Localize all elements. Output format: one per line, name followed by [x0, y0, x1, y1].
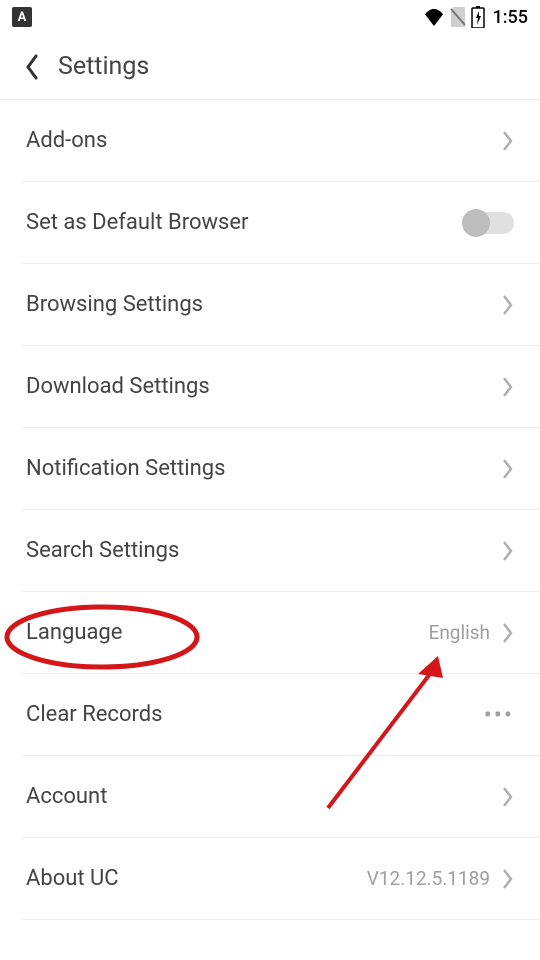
chevron-right-icon — [502, 786, 514, 808]
notification-settings-item[interactable]: Notification Settings — [22, 428, 540, 510]
download-settings-item[interactable]: Download Settings — [22, 346, 540, 428]
addons-item[interactable]: Add-ons — [22, 100, 540, 182]
no-sim-icon — [449, 7, 467, 27]
clear-records-item[interactable]: Clear Records ••• — [22, 674, 540, 756]
item-label: Download Settings — [26, 374, 210, 399]
item-label: Set as Default Browser — [26, 210, 249, 235]
more-dots-icon: ••• — [484, 701, 514, 729]
wifi-icon — [423, 8, 445, 26]
default-browser-item[interactable]: Set as Default Browser — [22, 182, 540, 264]
chevron-right-icon — [502, 458, 514, 480]
account-item[interactable]: Account — [22, 756, 540, 838]
language-item[interactable]: Language English — [22, 592, 540, 674]
chevron-right-icon — [502, 294, 514, 316]
back-button[interactable] — [14, 47, 50, 87]
header: Settings — [0, 34, 540, 100]
language-value: English — [429, 621, 490, 644]
about-version-value: V12.12.5.1189 — [367, 867, 490, 890]
item-label: Add-ons — [26, 128, 107, 153]
default-browser-toggle[interactable] — [464, 212, 514, 234]
status-time: 1:55 — [493, 7, 528, 28]
chevron-right-icon — [502, 622, 514, 644]
settings-list: Add-ons Set as Default Browser Browsing … — [0, 100, 540, 920]
chevron-right-icon — [502, 130, 514, 152]
item-label: Notification Settings — [26, 456, 226, 481]
item-label: Browsing Settings — [26, 292, 203, 317]
about-item[interactable]: About UC V12.12.5.1189 — [22, 838, 540, 920]
item-label: Clear Records — [26, 702, 163, 727]
toggle-knob-icon — [462, 209, 490, 237]
search-settings-item[interactable]: Search Settings — [22, 510, 540, 592]
chevron-left-icon — [24, 54, 40, 80]
item-label: Language — [26, 620, 122, 645]
chevron-right-icon — [502, 540, 514, 562]
chevron-right-icon — [502, 868, 514, 890]
status-bar: A 1:55 — [0, 0, 540, 34]
chevron-right-icon — [502, 376, 514, 398]
page-title: Settings — [58, 52, 149, 81]
app-badge-icon: A — [12, 7, 32, 27]
item-label: About UC — [26, 866, 119, 891]
item-label: Account — [26, 784, 107, 809]
item-label: Search Settings — [26, 538, 179, 563]
browsing-settings-item[interactable]: Browsing Settings — [22, 264, 540, 346]
battery-charging-icon — [471, 6, 485, 28]
